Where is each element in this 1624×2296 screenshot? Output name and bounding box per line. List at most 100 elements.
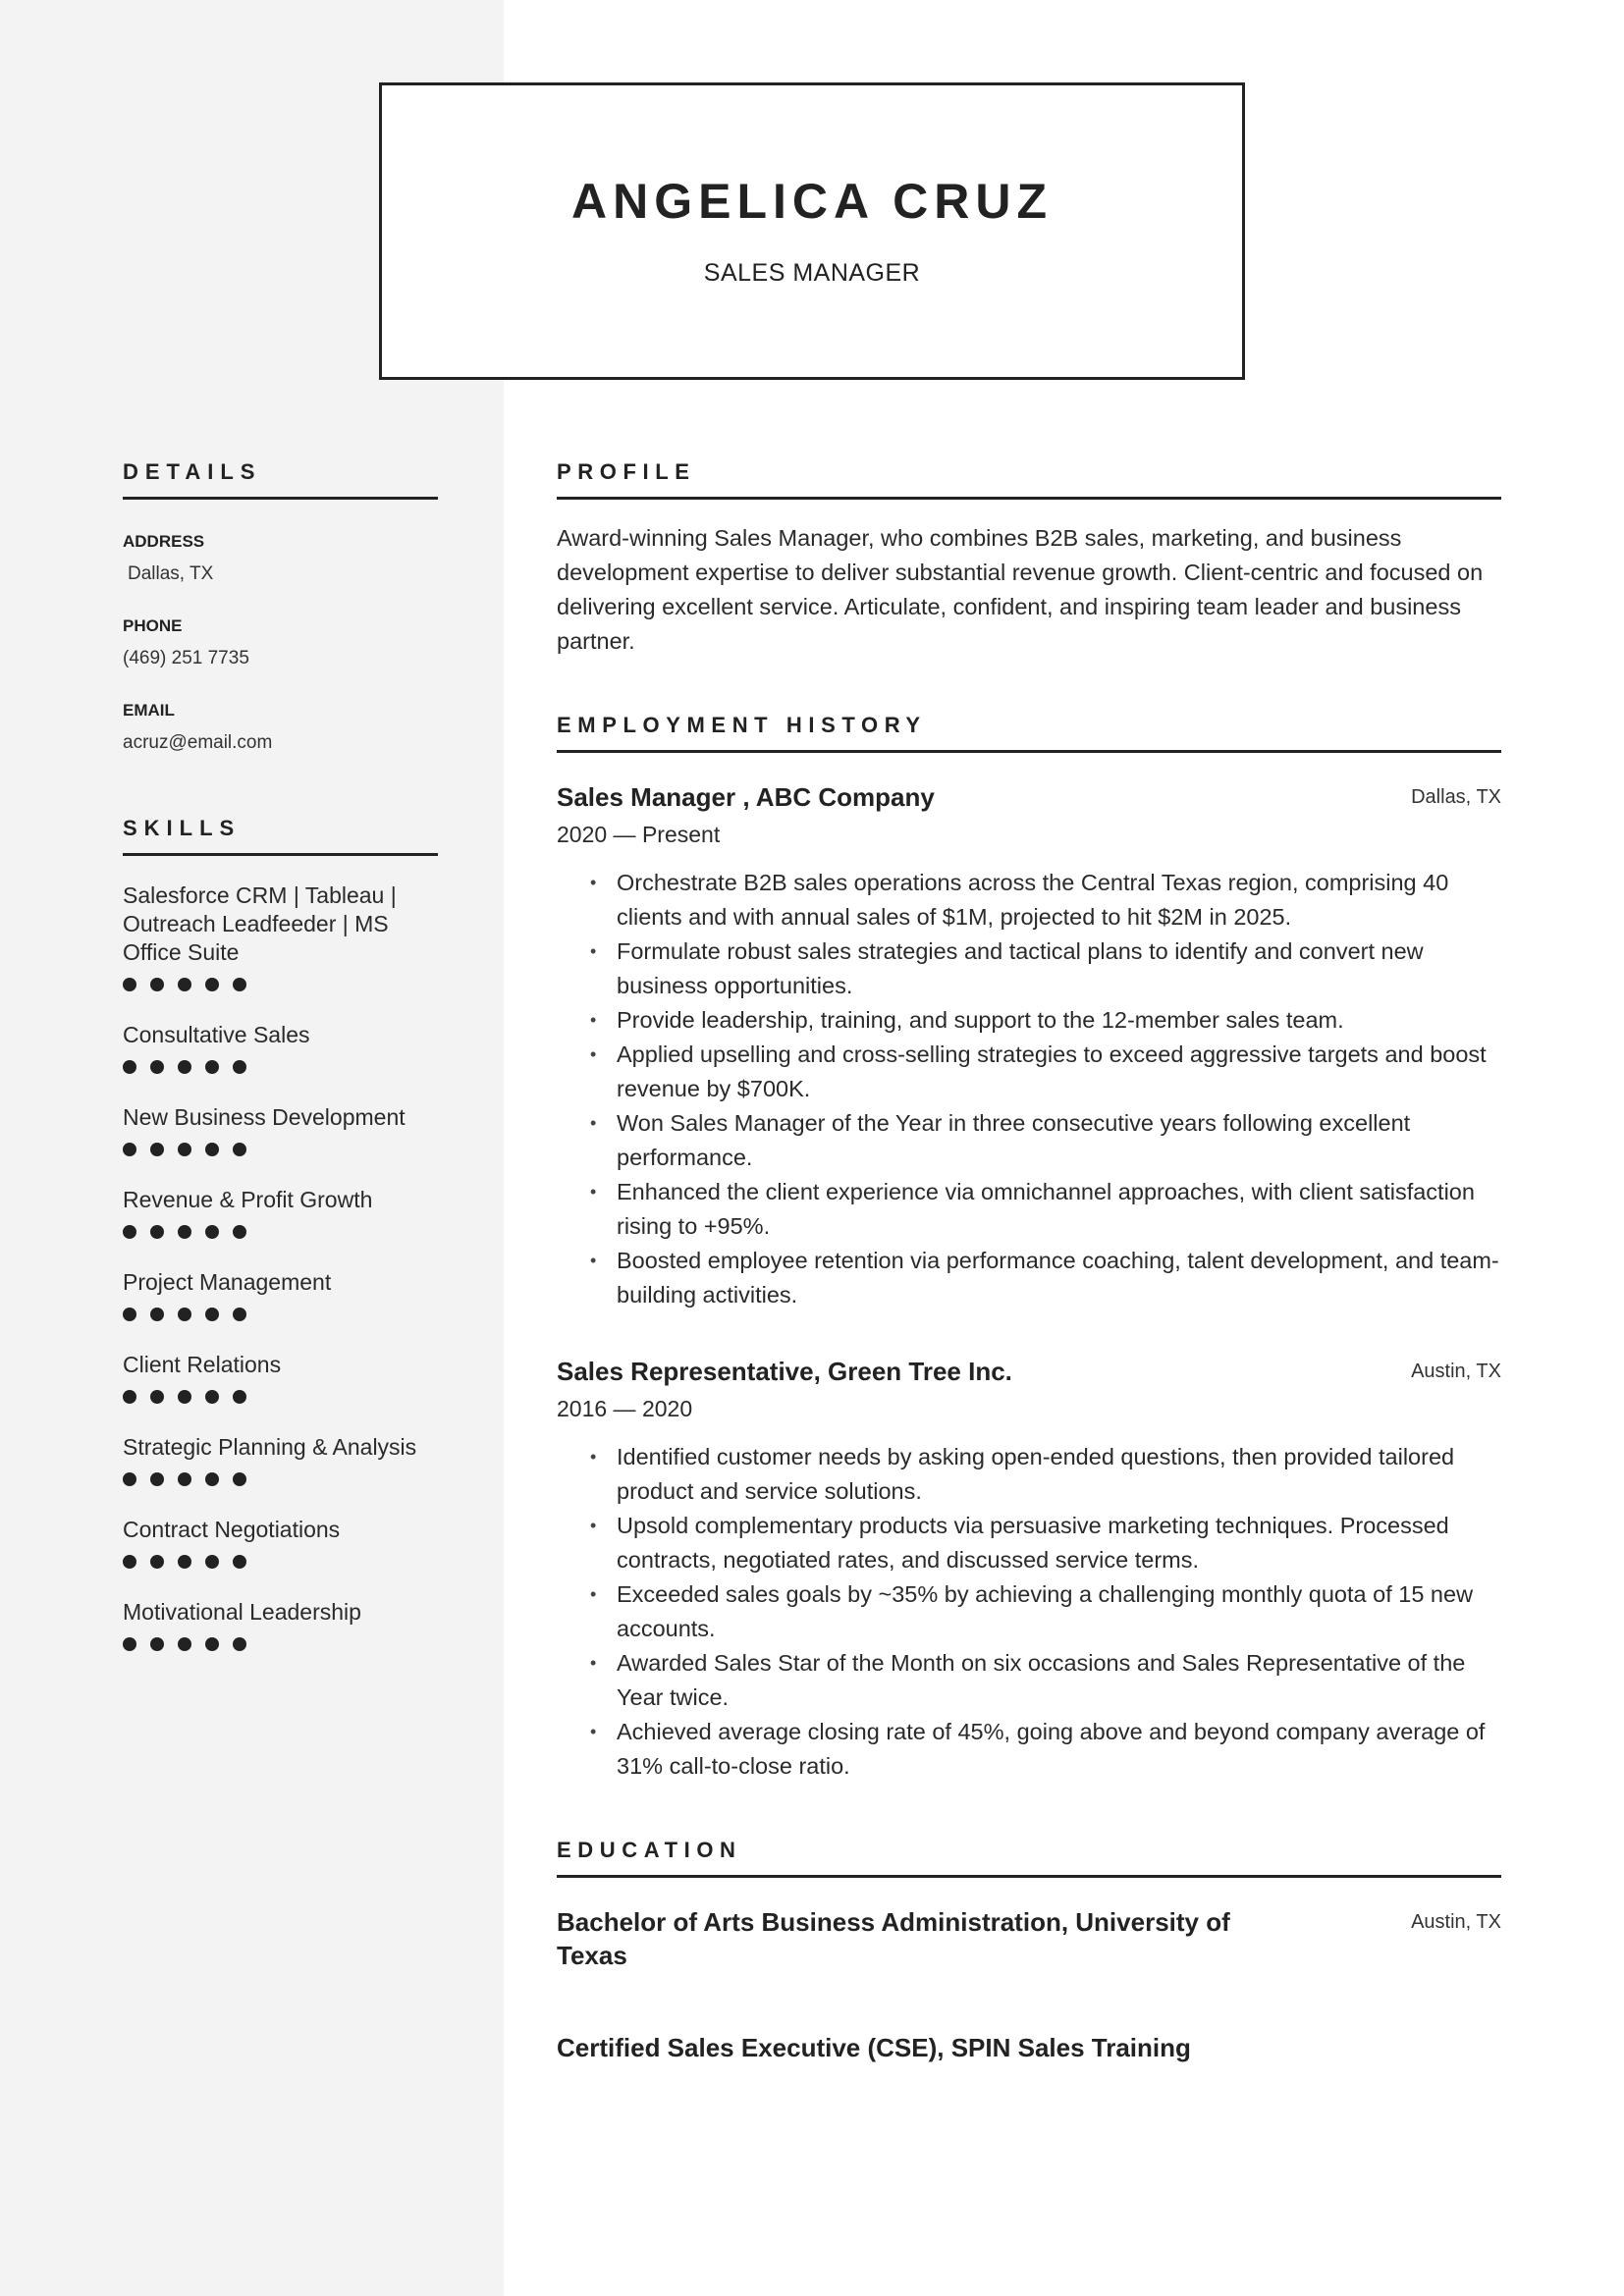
details-section: DETAILS ADDRESS Dallas, TX PHONE (469) 2… (123, 457, 438, 755)
name-header-box: ANGELICA CRUZ SALES MANAGER (379, 82, 1245, 380)
skill-name: Revenue & Profit Growth (123, 1187, 373, 1212)
skill-level-dot (150, 1225, 164, 1239)
candidate-job-title: SALES MANAGER (703, 259, 921, 287)
skill-level-dots (123, 1637, 438, 1651)
skill-level-dot (178, 1225, 191, 1239)
skill-level-dot (205, 1637, 219, 1651)
jobs-list: Sales Manager , ABC Company Dallas, TX 202… (557, 781, 1501, 1784)
bullet-text: Boosted employee retention via performan… (617, 1248, 1499, 1308)
skill-level-dots (123, 1555, 438, 1569)
section-divider (123, 853, 438, 856)
job-bullet: • Formulate robust sales strategies and t… (557, 934, 1501, 1003)
skill-level-dot (233, 1472, 246, 1486)
bullet-text: Identified customer needs by asking open… (617, 1444, 1455, 1504)
skill-level-dot (150, 1472, 164, 1486)
skill-level-dot (123, 978, 136, 991)
bullet-icon: • (590, 1113, 597, 1133)
job-bullet: • Enhanced the client experience via omni… (557, 1175, 1501, 1244)
skill-level-dot (205, 1555, 219, 1569)
skill-level-dot (150, 1060, 164, 1074)
skill-name: Motivational Leadership (123, 1599, 361, 1625)
skill-level-dot (178, 978, 191, 991)
section-divider (557, 750, 1501, 753)
job-header: Sales Representative, Green Tree Inc. Aus… (557, 1356, 1501, 1387)
job-bullet: • Upsold complementary products via persu… (557, 1509, 1501, 1577)
education-title: Certified Sales Executive (CSE), SPIN Sa… (557, 2033, 1191, 2062)
skill-item: Revenue & Profit Growth (123, 1186, 438, 1239)
skill-level-dot (150, 1143, 164, 1156)
job-header: Sales Manager , ABC Company Dallas, TX (557, 781, 1501, 813)
skill-item: Client Relations (123, 1351, 438, 1404)
skill-level-dots (123, 1390, 438, 1404)
bullet-text: Applied upselling and cross-selling stra… (617, 1041, 1487, 1101)
skill-level-dot (233, 1308, 246, 1321)
skill-level-dot (150, 1308, 164, 1321)
skill-level-dot (150, 1637, 164, 1651)
skill-level-dot (178, 1143, 191, 1156)
job-bullet: • Awarded Sales Star of the Month on six … (557, 1646, 1501, 1715)
bullet-icon: • (590, 873, 597, 892)
profile-heading: PROFILE (557, 459, 696, 484)
bullet-icon: • (590, 1447, 597, 1467)
skill-level-dot (123, 1555, 136, 1569)
skill-level-dot (205, 1143, 219, 1156)
employment-heading: EMPLOYMENT HISTORY (557, 713, 927, 737)
skills-list: Salesforce CRM | Tableau | Outreach Lead… (123, 881, 438, 1651)
skill-level-dots (123, 978, 438, 991)
job-dates: 2020 — Present (557, 822, 721, 847)
job-bullets: • Orchestrate B2B sales operations across… (557, 866, 1501, 1312)
education-entry: Bachelor of Arts Business Administration… (557, 1905, 1501, 1972)
skill-level-dot (233, 1143, 246, 1156)
job-bullet: • Achieved average closing rate of 45%, g… (557, 1715, 1501, 1784)
skill-level-dots (123, 1308, 438, 1321)
skill-level-dot (205, 1060, 219, 1074)
skill-item: New Business Development (123, 1103, 438, 1156)
skill-item: Project Management (123, 1268, 438, 1321)
section-divider (123, 497, 438, 500)
skill-level-dot (233, 1060, 246, 1074)
skill-item: Salesforce CRM | Tableau | Outreach Lead… (123, 881, 438, 991)
skill-item: Motivational Leadership (123, 1598, 438, 1651)
details-heading: DETAILS (123, 459, 262, 484)
skill-level-dot (178, 1637, 191, 1651)
skill-level-dot (205, 1472, 219, 1486)
skill-level-dots (123, 1225, 438, 1239)
job-location: Austin, TX (1411, 1361, 1501, 1382)
skill-level-dot (233, 978, 246, 991)
skill-level-dot (233, 1225, 246, 1239)
bullet-text: Formulate robust sales strategies and ta… (617, 938, 1424, 998)
skill-item: Contract Negotiations (123, 1516, 438, 1569)
education-section: EDUCATION Bachelor of Arts Business Admi… (557, 1836, 1501, 2064)
job-bullet: • Orchestrate B2B sales operations across… (557, 866, 1501, 934)
phone-label: PHONE (123, 616, 183, 635)
education-header: Certified Sales Executive (CSE), SPIN Sa… (557, 2031, 1501, 2064)
employment-section: EMPLOYMENT HISTORY Sales Manager , ABC C… (557, 711, 1501, 1784)
address-label: ADDRESS (123, 532, 205, 551)
education-heading: EDUCATION (557, 1838, 742, 1862)
bullet-icon: • (590, 1584, 597, 1604)
section-divider (557, 497, 1501, 500)
job-location: Dallas, TX (1411, 786, 1501, 808)
skill-level-dots (123, 1060, 438, 1074)
job-entry: Sales Representative, Green Tree Inc. Aus… (557, 1356, 1501, 1784)
job-bullets: • Identified customer needs by asking ope… (557, 1440, 1501, 1784)
skill-level-dot (123, 1060, 136, 1074)
address-value: Dallas, TX (128, 563, 214, 584)
bullet-text: Upsold complementary products via persua… (617, 1513, 1449, 1573)
education-location: Austin, TX (1411, 1911, 1501, 1933)
bullet-text: Achieved average closing rate of 45%, go… (617, 1719, 1486, 1779)
skills-heading: SKILLS (123, 816, 242, 840)
job-bullet: • Identified customer needs by asking ope… (557, 1440, 1501, 1509)
skill-name: Contract Negotiations (123, 1517, 341, 1542)
skill-level-dot (123, 1472, 136, 1486)
skill-level-dot (178, 1308, 191, 1321)
candidate-name: ANGELICA CRUZ (570, 174, 1053, 229)
skill-level-dot (233, 1390, 246, 1404)
skill-item: Consultative Sales (123, 1021, 438, 1074)
bullet-text: Orchestrate B2B sales operations across … (617, 870, 1449, 930)
skill-level-dot (150, 1390, 164, 1404)
bullet-icon: • (590, 1251, 597, 1270)
phone-value: (469) 251 7735 (123, 648, 249, 668)
job-dates: 2016 — 2020 (557, 1396, 693, 1421)
job-entry: Sales Manager , ABC Company Dallas, TX 202… (557, 781, 1501, 1312)
